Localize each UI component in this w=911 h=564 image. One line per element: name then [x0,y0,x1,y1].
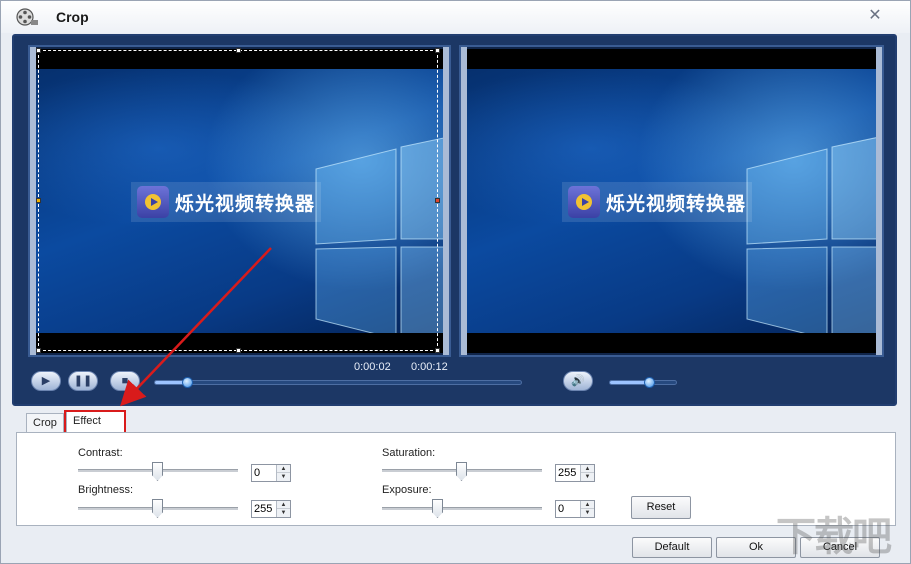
saturation-label: Saturation: [382,447,436,459]
title-bar: Crop ✕ [1,1,910,33]
crop-handle-bottom[interactable] [236,348,241,353]
crop-handle-bottom-left[interactable] [36,348,41,353]
crop-dialog: Crop ✕ 烁光视频转换器 烁光视频转换器 ▶ ❚❚ ■ 0:00:02 0:… [0,0,911,564]
logo-text: 烁光视频转换器 [606,192,747,215]
crop-handle-top-right[interactable] [435,48,440,53]
volume-slider[interactable] [609,377,677,388]
speaker-icon: 🔊 [571,375,585,387]
preview-video-frame: 烁光视频转换器 [459,45,884,357]
preview-video-screen: 烁光视频转换器 [467,49,876,353]
contrast-input[interactable] [254,466,276,480]
contrast-label: Contrast: [78,447,123,459]
windows-logo-graphic [746,137,876,333]
saturation-input[interactable] [558,466,580,480]
play-button[interactable]: ▶ [31,371,61,391]
total-time: 0:00:12 [411,361,448,373]
seek-slider[interactable] [154,377,522,388]
crop-handle-top[interactable] [236,48,241,53]
right-border-bar [876,47,882,355]
crop-handle-left[interactable] [36,198,41,203]
current-time: 0:00:02 [354,361,391,373]
volume-knob[interactable] [643,377,655,388]
right-border-bar [443,47,449,355]
saturation-spinbox[interactable]: ▲▼ [555,464,595,482]
crop-handle-top-left[interactable] [36,48,41,53]
play-icon: ▶ [41,375,51,387]
brightness-input[interactable] [254,502,276,516]
contrast-up-icon[interactable]: ▲ [277,465,290,473]
video-player: 烁光视频转换器 烁光视频转换器 ▶ ❚❚ ■ 0:00:02 0:00:12 🔊 [12,34,897,406]
default-button[interactable]: Default [632,537,712,558]
contrast-down-icon[interactable]: ▼ [277,473,290,481]
exposure-slider-track[interactable] [382,507,542,510]
volume-button[interactable]: 🔊 [563,371,593,391]
saturation-up-icon[interactable]: ▲ [581,465,594,473]
stop-icon: ■ [121,375,129,387]
close-icon[interactable]: ✕ [865,6,885,26]
crop-handle-right[interactable] [435,198,440,203]
exposure-input[interactable] [558,502,580,516]
exposure-label: Exposure: [382,484,432,496]
reset-button[interactable]: Reset [631,496,691,519]
film-reel-icon [16,8,38,26]
desktop-wallpaper: 烁光视频转换器 [467,69,876,333]
crop-handle-bottom-right[interactable] [435,348,440,353]
seek-knob[interactable] [181,377,193,388]
window-title: Crop [56,9,89,25]
brightness-down-icon[interactable]: ▼ [277,509,290,517]
site-watermark: 下载吧 [776,514,892,560]
pause-button[interactable]: ❚❚ [68,371,98,391]
exposure-down-icon[interactable]: ▼ [581,509,594,517]
tab-crop[interactable]: Crop [26,413,64,433]
brightness-up-icon[interactable]: ▲ [277,501,290,509]
play-logo-icon [568,186,600,218]
crop-selection-box[interactable] [36,48,440,353]
saturation-down-icon[interactable]: ▼ [581,473,594,481]
brightness-spinbox[interactable]: ▲▼ [251,500,291,518]
contrast-spinbox[interactable]: ▲▼ [251,464,291,482]
stop-button[interactable]: ■ [110,371,140,391]
brightness-label: Brightness: [78,484,134,496]
app-logo-overlay: 烁光视频转换器 [562,182,753,222]
exposure-spinbox[interactable]: ▲▼ [555,500,595,518]
exposure-up-icon[interactable]: ▲ [581,501,594,509]
effect-panel [16,432,896,526]
pause-icon: ❚❚ [73,375,93,387]
